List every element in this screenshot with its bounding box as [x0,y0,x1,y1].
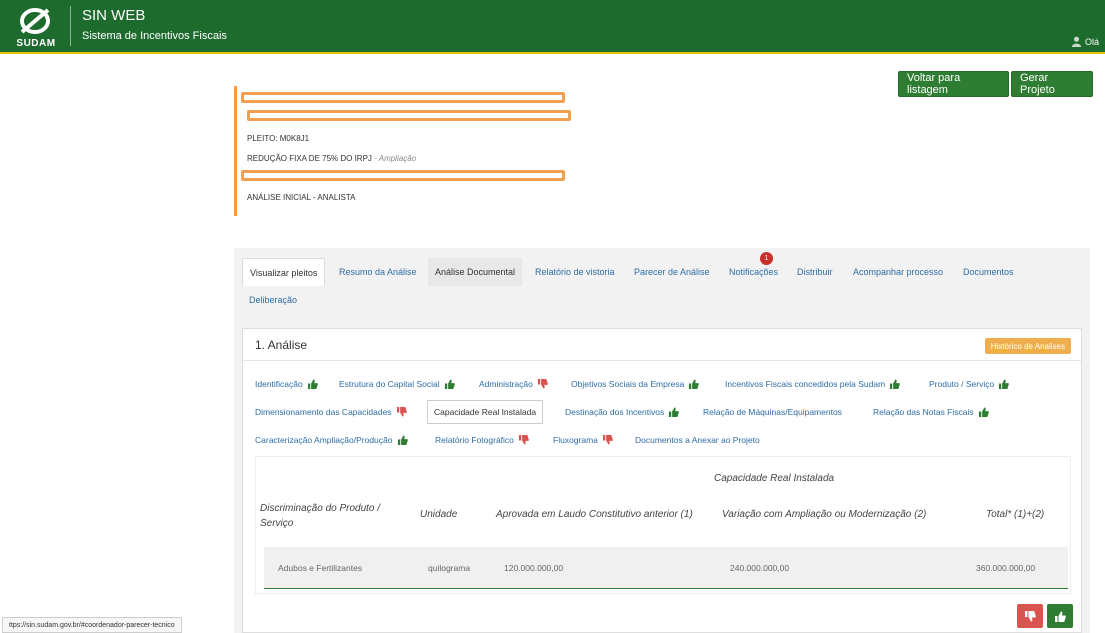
subtab-label: Administração [479,379,533,389]
tab-visualizar-pleitos[interactable]: Visualizar pleitos [242,258,326,286]
col-header-unidade: Unidade [420,509,458,520]
thumbs-up-icon [397,435,408,445]
back-to-list-button[interactable]: Voltar para listagem [898,71,1009,97]
reducao-line: REDUÇÃO FIXA DE 75% DO IRPJ - Ampliação [247,154,416,163]
tab-notificacoes[interactable]: Notificações 1 [722,252,785,286]
tab-documentos[interactable]: Documentos [956,258,1021,286]
thumbs-up-icon [978,407,989,417]
reducao-text: REDUÇÃO FIXA DE 75% DO IRPJ [247,154,372,163]
thumbs-down-icon [537,379,548,389]
subtab-label: Objetivos Sociais da Empresa [571,379,685,389]
subtab-fluxograma[interactable]: Fluxograma [553,430,613,450]
table-row[interactable]: Adubos e Fertilizantes quilograma 120.00… [264,547,1068,589]
thumbs-up-icon [1055,611,1066,622]
cell-unidade: quilograma [428,563,471,573]
subtab-objetivos-sociais[interactable]: Objetivos Sociais da Empresa [571,374,700,394]
reject-button[interactable] [1017,604,1043,628]
cell-produto: Adubos e Fertilizantes [278,563,363,573]
col-header-produto: Discriminação do Produto / Serviço [260,503,381,529]
subtab-dimensionamento[interactable]: Dimensionamento das Capacidades [255,402,407,422]
subtab-destinacao-incentivos[interactable]: Destinação dos Incentivos [565,402,680,422]
tab-analise-documental[interactable]: Análise Documental [428,258,523,286]
analysis-panel: Visualizar pleitos Resumo da Análise Aná… [234,248,1090,633]
col-header-aprovada: Aprovada em Laudo Constitutivo anterior … [496,509,693,520]
tab-distribuir[interactable]: Distribuir [790,258,840,286]
table-group-header: Capacidade Real Instalada [714,473,835,484]
thumbs-down-icon [396,407,407,417]
card-header: 1. Análise Histórico de Analises [243,329,1081,361]
sudam-logo-mark [20,8,50,34]
cell-total: 360.000.000,00 [976,563,1036,573]
card-title: 1. Análise [255,338,308,352]
col-header-variacao: Variação com Ampliação ou Modernização (… [722,509,927,520]
user-icon [1071,36,1082,47]
tab-resumo-analise[interactable]: Resumo da Análise [332,258,424,286]
thumbs-up-icon [669,407,680,417]
user-menu[interactable]: Olá [1071,36,1099,47]
subtab-administracao[interactable]: Administração [479,374,548,394]
tab-notificacoes-label: Notificações [729,267,779,277]
subtab-relatorio-fotografico[interactable]: Relatório Fotográfico [435,430,529,450]
thumbs-up-icon [444,379,455,389]
cell-variacao: 240.000.000,00 [730,563,790,573]
subtab-label: Destinação dos Incentivos [565,407,665,417]
thumbs-down-icon [602,435,613,445]
subtab-label: Dimensionamento das Capacidades [255,407,392,417]
stage-text: ANÁLISE INICIAL - ANALISTA [247,193,356,202]
sudam-logo[interactable]: SUDAM [8,6,64,50]
subtab-label: Fluxograma [553,435,598,445]
cell-aprovada: 120.000.000,00 [504,563,564,573]
approve-button[interactable] [1047,604,1073,628]
subtab-incentivos-fiscais[interactable]: Incentivos Fiscais concedidos pela Sudam [725,374,900,394]
header-divider [70,6,71,46]
redacted-field [247,110,571,121]
subtab-estrutura-capital[interactable]: Estrutura do Capital Social [339,374,455,394]
reducao-type: - Ampliação [371,154,417,163]
subtab-label: Estrutura do Capital Social [339,379,440,389]
redacted-field [241,170,565,181]
status-bar-url: ttps://sin.sudam.gov.br/#coordenador-par… [2,617,182,633]
subtab-maquinas-equipamentos[interactable]: Relação de Máquinas/Equipamentos [703,402,842,422]
top-bar: SUDAM SIN WEB Sistema de Incentivos Fisc… [0,0,1105,54]
analysis-card: 1. Análise Histórico de Analises Identif… [242,328,1082,633]
thumbs-up-icon [999,379,1010,389]
history-button[interactable]: Histórico de Analises [984,338,1071,354]
subtab-label: Produto / Serviço [929,379,995,389]
subtab-caracterizacao[interactable]: Caracterização Ampliação/Produção [255,430,408,450]
tab-acompanhar-processo[interactable]: Acompanhar processo [846,258,950,286]
app-subtitle: Sistema de Incentivos Fiscais [82,30,227,42]
logo-text: SUDAM [16,38,56,49]
thumbs-up-icon [890,379,900,389]
subtab-label: Incentivos Fiscais concedidos pela Sudam [725,379,886,389]
subtab-notas-fiscais[interactable]: Relação das Notas Fiscais [873,402,989,422]
tab-deliberacao[interactable]: Deliberação [242,286,304,314]
thumbs-down-icon [518,435,529,445]
thumbs-up-icon [689,379,700,389]
app-title: SIN WEB [82,7,146,24]
capacity-table: Capacidade Real Instalada Discriminação … [255,456,1071,594]
thumbs-up-icon [307,379,318,389]
subtab-label: Relatório Fotográfico [435,435,514,445]
thumbs-down-icon [1025,610,1036,621]
subtab-label: Identificação [255,379,303,389]
subtab-identificacao[interactable]: Identificação [255,374,318,394]
col-header-total: Total* (1)+(2) [986,509,1045,520]
pleito-code: PLEITO: M0K8J1 [247,134,310,143]
notification-badge: 1 [760,252,773,265]
tab-relatorio-vistoria[interactable]: Relatório de vistoria [528,258,622,286]
subtab-label: Relação das Notas Fiscais [873,407,974,417]
user-greeting: Olá [1084,36,1099,47]
redacted-field [241,92,565,103]
subtab-documentos-anexar[interactable]: Documentos a Anexar ao Projeto [635,430,760,450]
subtab-label: Caracterização Ampliação/Produção [255,435,393,445]
generate-project-button[interactable]: Gerar Projeto [1011,71,1093,97]
subtab-capacidade-real[interactable]: Capacidade Real Instalada [427,400,544,424]
pleito-info: PLEITO: M0K8J1 REDUÇÃO FIXA DE 75% DO IR… [234,86,594,216]
tab-parecer-analise[interactable]: Parecer de Análise [627,258,717,286]
subtab-produto-servico[interactable]: Produto / Serviço [929,374,1010,394]
